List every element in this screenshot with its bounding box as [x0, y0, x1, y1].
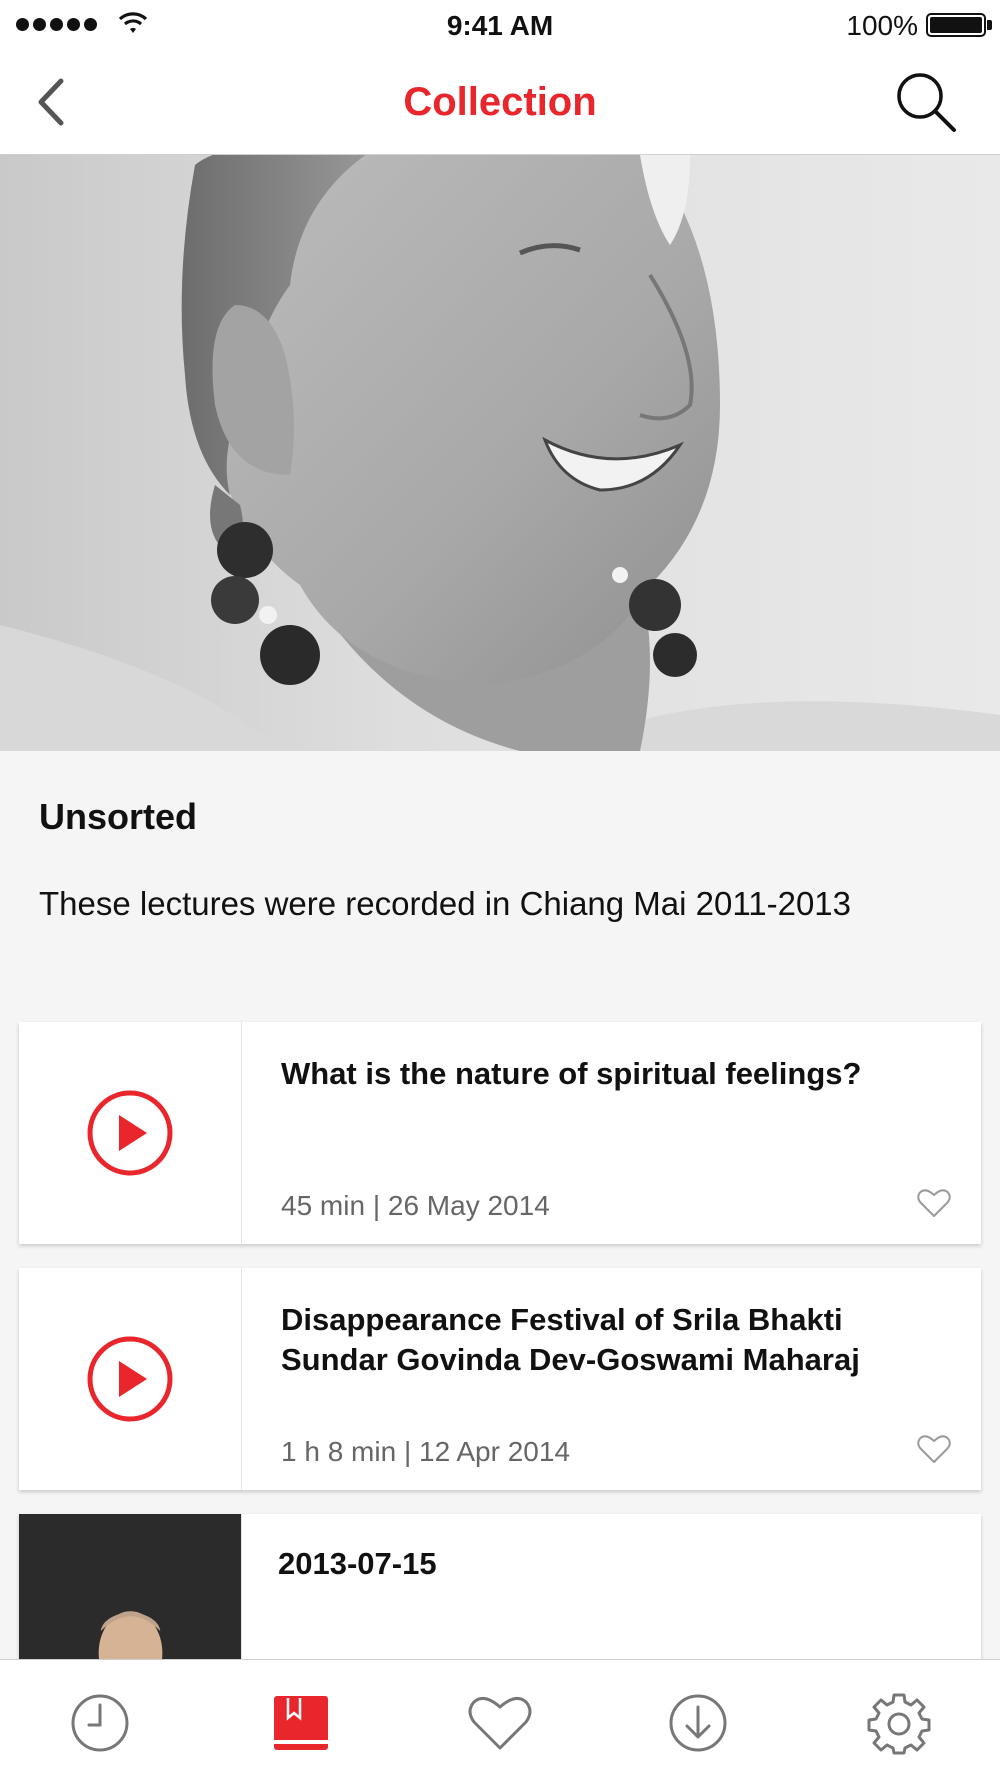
search-icon [897, 73, 956, 132]
lecture-meta: 1 h 8 min | 12 Apr 2014 [281, 1436, 571, 1467]
tab-bar [0, 1659, 1000, 1778]
battery-percentage: 100% [846, 10, 918, 41]
lecture-card[interactable]: What is the nature of spiritual feelings… [19, 1022, 981, 1244]
tab-downloads[interactable] [665, 1690, 731, 1756]
lecture-title: 2013-07-15 [278, 1546, 437, 1581]
tab-history[interactable] [67, 1690, 133, 1756]
lecture-card[interactable]: Disappearance Festival of Srila Bhakti S… [19, 1268, 981, 1490]
lecture-title: What is the nature of spiritual feelings… [281, 1056, 862, 1091]
gear-icon [867, 1693, 931, 1755]
speaker-portrait [0, 155, 1000, 751]
status-bar: 9:41 AM 100% [0, 0, 1000, 50]
bookmark-book-icon [274, 1696, 328, 1750]
favorite-heart-icon[interactable] [917, 1434, 951, 1464]
play-icon [87, 1090, 173, 1176]
collection-cover-image [0, 155, 1000, 751]
navigation-bar: Collection [0, 50, 1000, 155]
battery-icon [926, 13, 986, 37]
clock-icon [71, 1694, 129, 1752]
play-button[interactable] [19, 1022, 242, 1244]
play-icon [87, 1336, 173, 1422]
collection-description: These lectures were recorded in Chiang M… [39, 885, 852, 922]
heart-icon [468, 1696, 532, 1750]
tab-collections[interactable] [268, 1690, 334, 1756]
download-icon [669, 1694, 727, 1752]
tab-settings[interactable] [866, 1690, 932, 1756]
collection-title: Unsorted [39, 796, 198, 837]
lecture-title: Disappearance Festival of Srila Bhakti S… [281, 1302, 860, 1377]
favorite-heart-icon[interactable] [917, 1188, 951, 1218]
tab-favorites[interactable] [467, 1690, 533, 1756]
page-title: Collection [403, 80, 597, 124]
search-button[interactable] [892, 68, 960, 136]
lecture-meta: 45 min | 26 May 2014 [281, 1190, 550, 1221]
play-button[interactable] [19, 1268, 242, 1490]
